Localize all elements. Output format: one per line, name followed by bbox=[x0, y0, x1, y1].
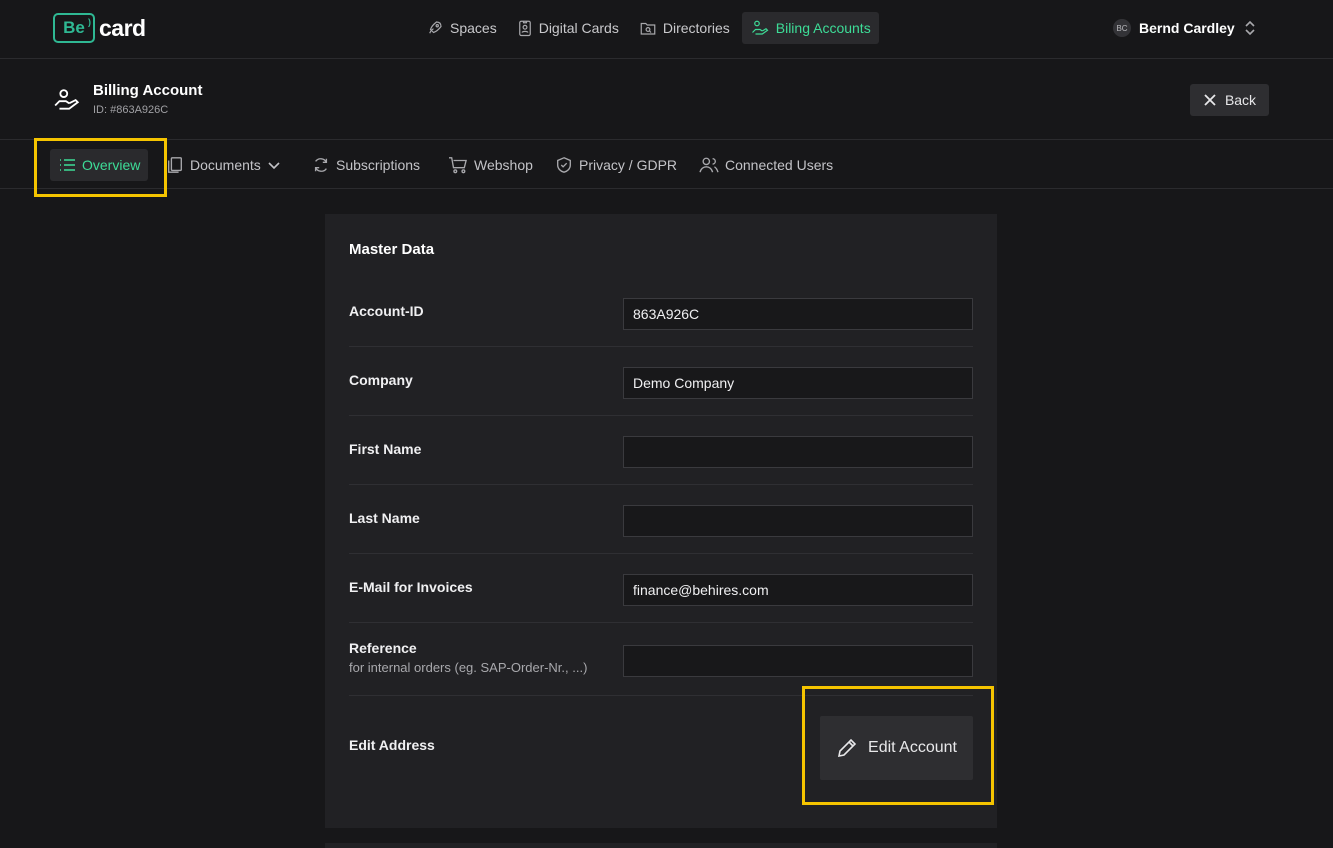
main-nav: Spaces Digital Cards Directories Biling … bbox=[418, 12, 879, 44]
user-name: Bernd Cardley bbox=[1139, 20, 1235, 36]
field-label: Reference bbox=[349, 640, 417, 656]
rocket-icon bbox=[426, 19, 444, 37]
form-row-account-id: Account-ID bbox=[349, 286, 973, 347]
form-row-first-name: First Name bbox=[349, 416, 973, 485]
edit-account-label: Edit Account bbox=[868, 739, 957, 756]
page-header: Billing Account ID: #863A926C Back bbox=[0, 60, 1333, 140]
logo-text: card bbox=[99, 14, 146, 41]
avatar: BC bbox=[1113, 19, 1131, 37]
back-button-label: Back bbox=[1224, 92, 1257, 108]
id-badge-icon bbox=[517, 19, 533, 37]
field-sublabel: for internal orders (eg. SAP-Order-Nr., … bbox=[349, 660, 588, 675]
refresh-icon bbox=[312, 156, 330, 174]
field-label: First Name bbox=[349, 441, 422, 457]
tab-bar: Overview Documents Subscriptions Webshop… bbox=[0, 141, 1333, 189]
form-row-reference: Reference for internal orders (eg. SAP-O… bbox=[349, 623, 973, 696]
form-row-last-name: Last Name bbox=[349, 485, 973, 554]
tab-webshop[interactable]: Webshop bbox=[448, 149, 533, 181]
tab-subscriptions[interactable]: Subscriptions bbox=[312, 149, 420, 181]
pencil-icon bbox=[836, 737, 858, 759]
account-id-label: ID: #863A926C bbox=[93, 104, 169, 116]
chevron-down-icon bbox=[267, 160, 281, 170]
documents-icon bbox=[166, 156, 184, 174]
user-menu[interactable]: BC Bernd Cardley bbox=[1113, 16, 1257, 40]
first-name-field[interactable] bbox=[623, 436, 973, 468]
cart-icon bbox=[448, 156, 468, 174]
directory-icon bbox=[639, 19, 657, 37]
nav-item-spaces[interactable]: Spaces bbox=[418, 12, 505, 44]
signal-icon: ) bbox=[88, 17, 91, 27]
billing-hand-icon bbox=[750, 19, 770, 37]
chevron-up-down-icon bbox=[1243, 19, 1257, 37]
close-icon bbox=[1203, 93, 1217, 107]
company-field[interactable] bbox=[623, 367, 973, 399]
tab-label: Privacy / GDPR bbox=[579, 157, 678, 173]
users-icon bbox=[699, 156, 719, 174]
back-button[interactable]: Back bbox=[1190, 84, 1269, 116]
nav-item-directories[interactable]: Directories bbox=[631, 12, 738, 44]
tab-label: Documents bbox=[190, 157, 261, 173]
tab-overview[interactable]: Overview bbox=[50, 149, 149, 181]
page-title: Billing Account bbox=[93, 82, 203, 99]
edit-address-label: Edit Address bbox=[349, 737, 435, 753]
nav-item-label: Digital Cards bbox=[538, 20, 619, 36]
reference-field[interactable] bbox=[623, 645, 973, 677]
app-logo[interactable]: Be ) card bbox=[53, 13, 146, 43]
nav-item-label: Directories bbox=[662, 20, 730, 36]
next-card-edge bbox=[325, 843, 997, 848]
tab-label: Webshop bbox=[474, 157, 533, 173]
billing-hand-icon bbox=[53, 85, 81, 113]
tab-label: Connected Users bbox=[725, 157, 834, 173]
account-id-field[interactable] bbox=[623, 298, 973, 330]
nav-item-label: Spaces bbox=[450, 20, 497, 36]
shield-icon bbox=[555, 156, 573, 174]
tab-privacy-gdpr[interactable]: Privacy / GDPR bbox=[555, 149, 677, 181]
field-label: E-Mail for Invoices bbox=[349, 579, 473, 595]
top-bar: Be ) card Spaces Digital Cards Directori… bbox=[0, 0, 1333, 59]
nav-item-label: Biling Accounts bbox=[775, 20, 871, 36]
field-label: Last Name bbox=[349, 510, 420, 526]
form-row-company: Company bbox=[349, 347, 973, 416]
master-data-card: Master Data Account-ID Company First Nam… bbox=[325, 214, 997, 828]
tab-label: Overview bbox=[82, 157, 141, 173]
logo-mark-text: Be bbox=[63, 18, 85, 37]
tab-label: Subscriptions bbox=[336, 157, 421, 173]
tab-documents[interactable]: Documents bbox=[166, 149, 281, 181]
form-row-invoice-email: E-Mail for Invoices bbox=[349, 554, 973, 623]
logo-mark: Be ) bbox=[53, 13, 95, 43]
nav-item-billing-accounts[interactable]: Biling Accounts bbox=[741, 12, 879, 44]
edit-account-button[interactable]: Edit Account bbox=[820, 716, 973, 780]
nav-item-digital-cards[interactable]: Digital Cards bbox=[509, 12, 627, 44]
field-label: Company bbox=[349, 372, 413, 388]
field-label: Account-ID bbox=[349, 303, 424, 319]
card-title: Master Data bbox=[349, 241, 435, 258]
invoice-email-field[interactable] bbox=[623, 574, 973, 606]
list-icon bbox=[58, 157, 76, 173]
last-name-field[interactable] bbox=[623, 505, 973, 537]
tab-connected-users[interactable]: Connected Users bbox=[699, 149, 833, 181]
